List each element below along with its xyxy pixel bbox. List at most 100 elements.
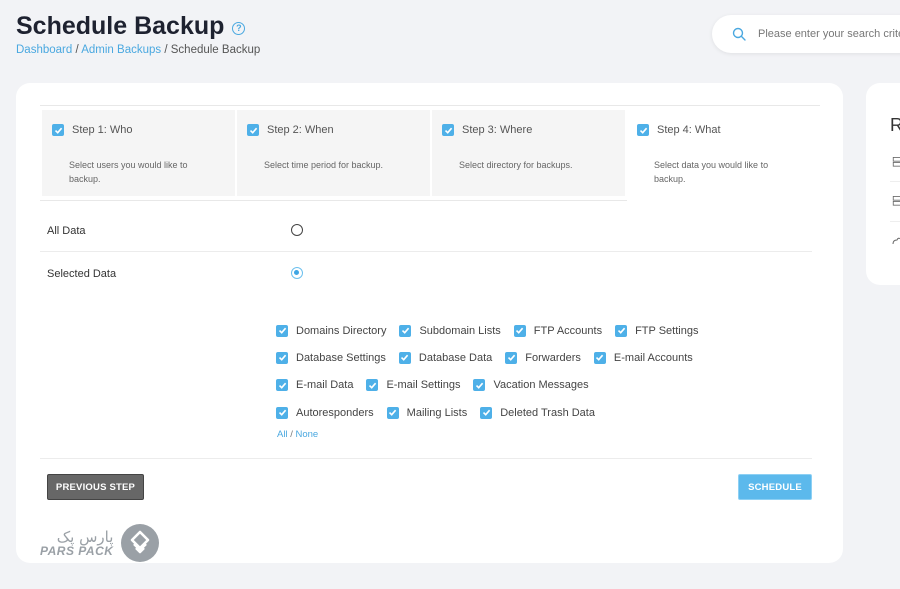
option-label: Autoresponders bbox=[296, 406, 374, 419]
option-subdomain-lists[interactable]: Subdomain Lists bbox=[399, 324, 501, 337]
all-data-radio[interactable] bbox=[291, 224, 303, 236]
side-panel: R bbox=[866, 83, 900, 285]
steps-divider bbox=[40, 105, 820, 106]
option-mailing-lists[interactable]: Mailing Lists bbox=[386, 406, 467, 419]
option-label: Database Settings bbox=[296, 351, 386, 364]
select-none-link[interactable]: None bbox=[295, 429, 318, 440]
page-title-text: Schedule Backup bbox=[16, 12, 225, 40]
option-label: E-mail Settings bbox=[386, 379, 461, 392]
option-domains-directory[interactable]: Domains Directory bbox=[276, 324, 387, 337]
cloud-icon[interactable] bbox=[892, 236, 900, 246]
logo-farsi: پارس پک bbox=[56, 527, 114, 546]
option-email-accounts[interactable]: E-mail Accounts bbox=[593, 351, 693, 364]
step-description: Select time period for backup. bbox=[264, 160, 384, 170]
selected-data-radio[interactable] bbox=[291, 267, 303, 279]
option-ftp-settings[interactable]: FTP Settings bbox=[615, 324, 699, 337]
option-vacation-messages[interactable]: Vacation Messages bbox=[473, 379, 589, 392]
help-icon[interactable]: ? bbox=[232, 21, 246, 35]
checkbox-checked-icon[interactable] bbox=[366, 379, 379, 392]
logo-text: پارس پک PARS PACK bbox=[40, 527, 114, 557]
options-row: Domains Directory Subdomain Lists FTP Ac… bbox=[276, 317, 711, 344]
checkbox-checked-icon[interactable] bbox=[513, 324, 526, 337]
step-label: Step 2: When bbox=[267, 124, 334, 136]
option-ftp-accounts[interactable]: FTP Accounts bbox=[513, 324, 603, 337]
side-divider bbox=[890, 221, 900, 222]
option-email-settings[interactable]: E-mail Settings bbox=[366, 379, 461, 392]
breadcrumb-separator: / bbox=[75, 44, 79, 56]
option-database-settings[interactable]: Database Settings bbox=[276, 351, 386, 364]
step-description: Select data you would like to backup. bbox=[654, 160, 769, 184]
option-label: Subdomain Lists bbox=[419, 324, 501, 337]
checkbox-checked-icon[interactable] bbox=[505, 351, 518, 364]
breadcrumb-dashboard[interactable]: Dashboard bbox=[16, 44, 72, 56]
breadcrumb-separator: / bbox=[164, 44, 168, 56]
checkbox-checked-icon[interactable] bbox=[276, 351, 288, 364]
server-icon[interactable] bbox=[892, 157, 900, 167]
step-label: Step 1: Who bbox=[72, 124, 133, 136]
option-autoresponders[interactable]: Autoresponders bbox=[276, 406, 374, 419]
checkbox-checked-icon bbox=[637, 124, 649, 136]
step-where[interactable]: Step 3: Where Select directory for backu… bbox=[432, 110, 625, 196]
option-label: Forwarders bbox=[525, 351, 581, 364]
search-input[interactable] bbox=[758, 28, 900, 40]
step-label: Step 4: What bbox=[657, 124, 721, 136]
select-all-link[interactable]: All bbox=[277, 429, 288, 440]
row-divider bbox=[40, 251, 812, 252]
option-forwarders[interactable]: Forwarders bbox=[505, 351, 581, 364]
schedule-card: Step 1: Who Select users you would like … bbox=[16, 83, 843, 563]
checkbox-checked-icon[interactable] bbox=[276, 379, 288, 392]
checkbox-checked-icon[interactable] bbox=[276, 406, 288, 419]
checkbox-checked-icon[interactable] bbox=[398, 351, 411, 364]
options-row: Database Settings Database Data Forwarde… bbox=[276, 344, 711, 371]
checkbox-checked-icon[interactable] bbox=[399, 324, 412, 337]
search-icon bbox=[732, 27, 746, 41]
breadcrumb: Dashboard / Admin Backups / Schedule Bac… bbox=[16, 44, 260, 56]
option-label: E-mail Accounts bbox=[613, 351, 693, 364]
parspack-logo: پارس پک PARS PACK bbox=[40, 524, 160, 562]
option-label: FTP Accounts bbox=[533, 324, 603, 337]
checkbox-checked-icon[interactable] bbox=[615, 324, 628, 337]
option-label: E-mail Data bbox=[296, 379, 354, 392]
checkbox-checked-icon bbox=[247, 124, 259, 136]
page-title: Schedule Backup ? bbox=[16, 12, 246, 41]
side-divider bbox=[890, 181, 900, 182]
step-description: Select users you would like to backup. bbox=[69, 160, 188, 184]
option-label: Deleted Trash Data bbox=[500, 406, 595, 419]
step-what[interactable]: Step 4: What Select data you would like … bbox=[627, 110, 820, 200]
steps-wizard: Step 1: Who Select users you would like … bbox=[42, 110, 822, 200]
footer-divider bbox=[40, 458, 812, 459]
step-who[interactable]: Step 1: Who Select users you would like … bbox=[42, 110, 235, 196]
option-database-data[interactable]: Database Data bbox=[398, 351, 493, 364]
option-label: FTP Settings bbox=[635, 324, 699, 337]
checkbox-checked-icon[interactable] bbox=[386, 406, 399, 419]
parspack-logo-icon bbox=[121, 524, 160, 562]
options-row: E-mail Data E-mail Settings Vacation Mes… bbox=[276, 372, 711, 399]
selected-data-label: Selected Data bbox=[47, 268, 117, 280]
checkbox-checked-icon[interactable] bbox=[480, 406, 493, 419]
schedule-button[interactable]: SCHEDULE bbox=[738, 474, 812, 500]
select-links: All / None bbox=[277, 429, 318, 440]
option-label: Domains Directory bbox=[296, 324, 387, 337]
breadcrumb-admin-backups[interactable]: Admin Backups bbox=[81, 44, 161, 56]
option-deleted-trash-data[interactable]: Deleted Trash Data bbox=[480, 406, 595, 419]
previous-step-button[interactable]: PREVIOUS STEP bbox=[47, 474, 144, 500]
side-panel-heading: R bbox=[890, 115, 900, 135]
select-separator: / bbox=[290, 429, 293, 440]
checkbox-checked-icon[interactable] bbox=[593, 351, 606, 364]
checkbox-checked-icon[interactable] bbox=[473, 379, 486, 392]
checkbox-checked-icon bbox=[52, 124, 64, 136]
steps-divider bbox=[40, 200, 627, 201]
option-email-data[interactable]: E-mail Data bbox=[276, 379, 354, 392]
option-label: Database Data bbox=[418, 351, 493, 364]
step-description: Select directory for backups. bbox=[459, 160, 573, 170]
data-options: Domains Directory Subdomain Lists FTP Ac… bbox=[276, 317, 711, 426]
server-icon[interactable] bbox=[892, 196, 900, 206]
step-label: Step 3: Where bbox=[462, 124, 533, 136]
option-label: Vacation Messages bbox=[493, 379, 589, 392]
checkbox-checked-icon[interactable] bbox=[276, 324, 288, 337]
options-row: Autoresponders Mailing Lists Deleted Tra… bbox=[276, 399, 711, 426]
breadcrumb-current: Schedule Backup bbox=[170, 44, 261, 56]
all-data-label: All Data bbox=[47, 225, 86, 237]
search-box[interactable] bbox=[712, 15, 900, 53]
step-when[interactable]: Step 2: When Select time period for back… bbox=[237, 110, 430, 196]
